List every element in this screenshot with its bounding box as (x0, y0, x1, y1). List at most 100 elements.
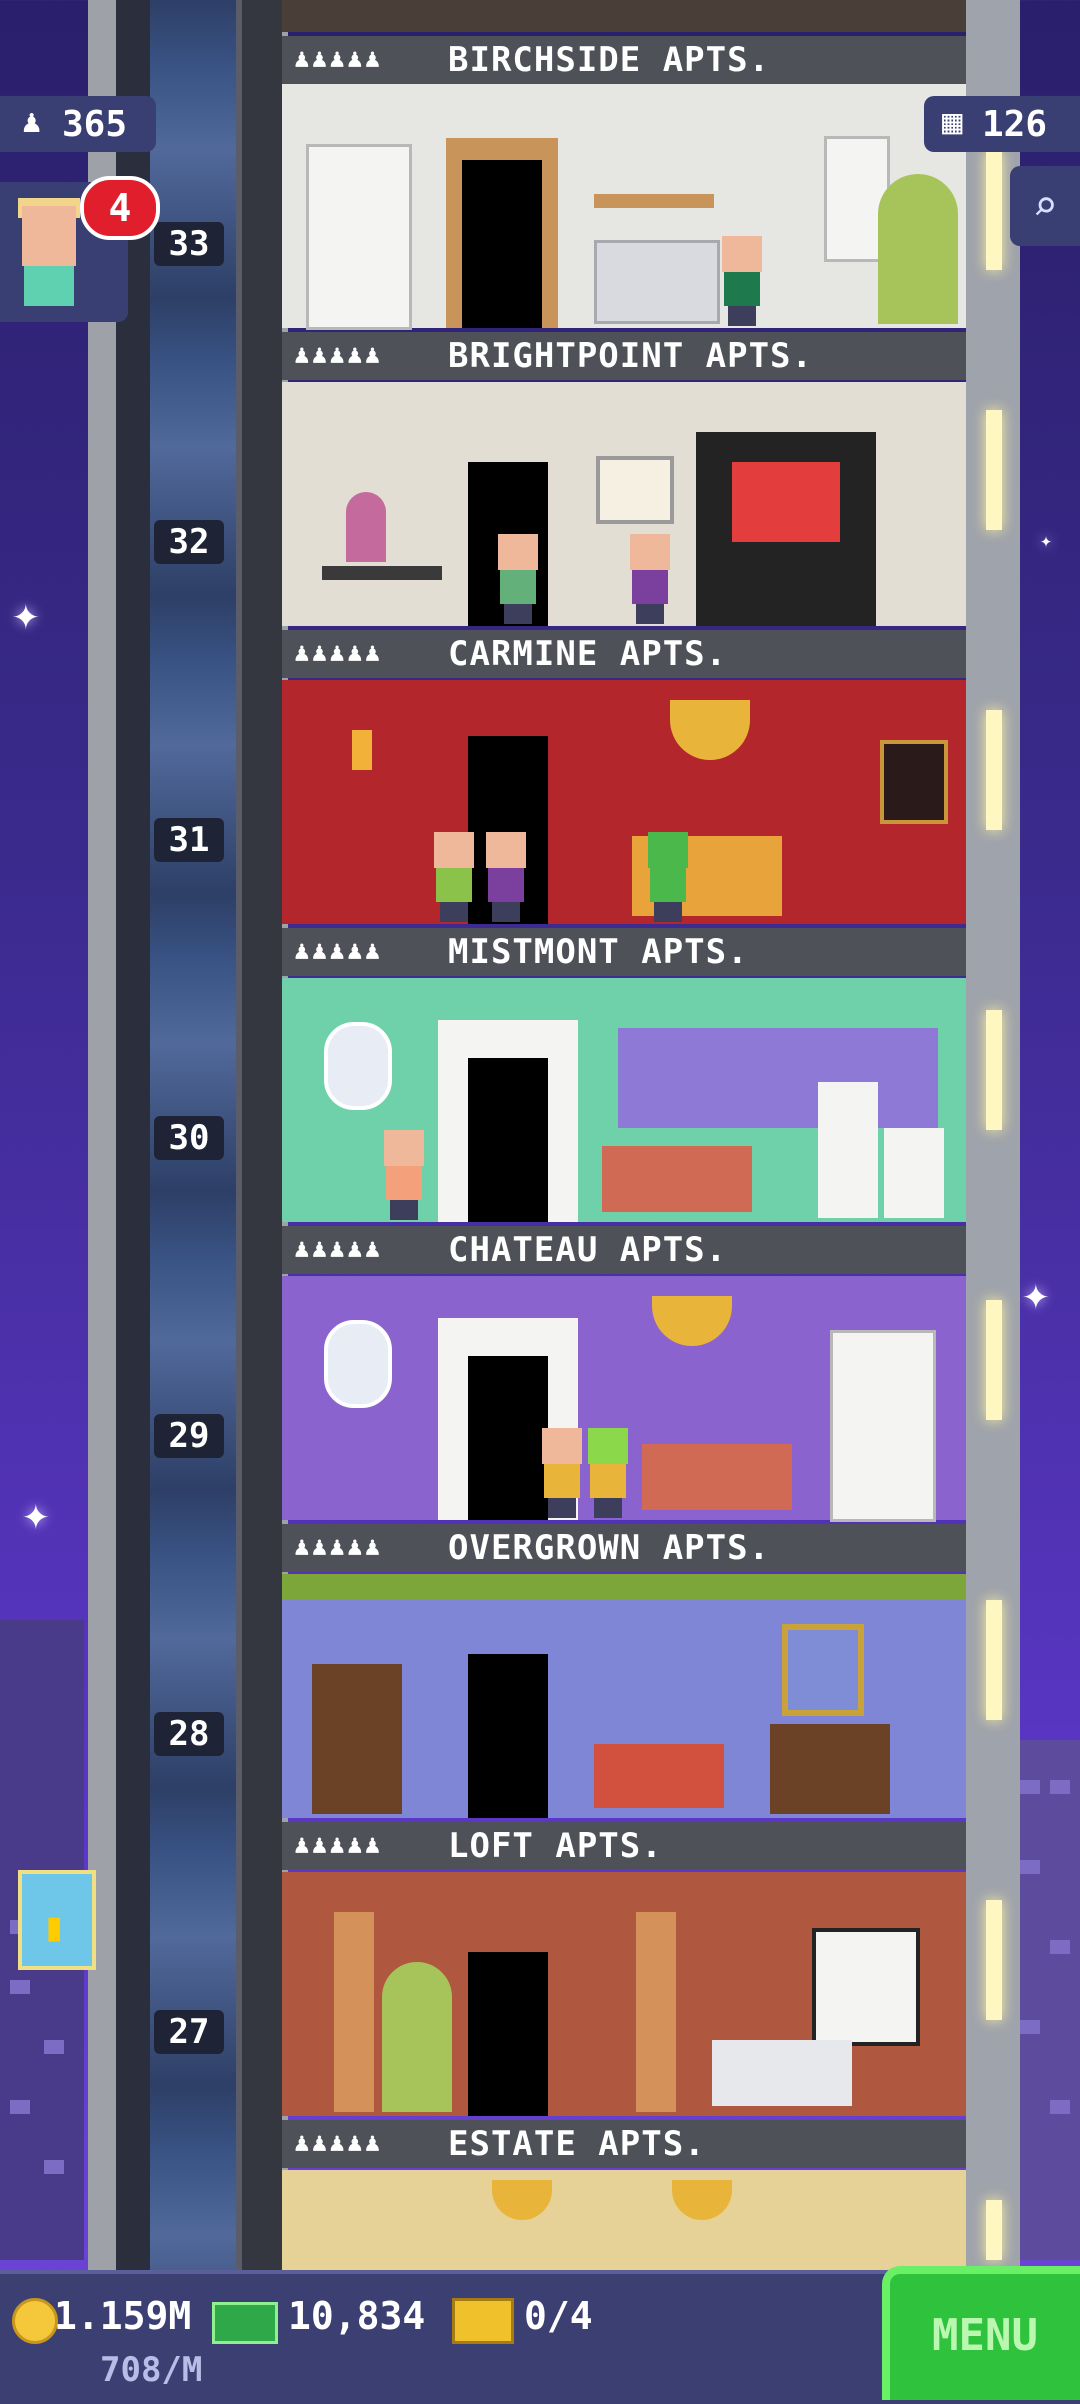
plant (382, 1962, 452, 2112)
wall-light (986, 2200, 1002, 2260)
elevator-cable-column (116, 0, 150, 2270)
column (636, 1912, 676, 2112)
shaft-floor-number: 33 (154, 222, 224, 266)
wall-light (986, 410, 1002, 530)
floor-27[interactable]: ♟♟♟♟♟ ESTATE APTS. (282, 1872, 966, 2168)
painting (782, 1624, 864, 1716)
sofa (594, 240, 720, 324)
room-interior (282, 2170, 966, 2270)
wall-mirror (324, 1022, 392, 1110)
star-decoration: ✦ (22, 1486, 50, 1540)
resident-icons: ♟♟♟♟♟ (294, 1532, 383, 1562)
floor-name: BRIGHTPOINT APTS. (448, 336, 813, 376)
bux-amount: 10,834 (288, 2294, 426, 2338)
plant (878, 174, 958, 324)
population-value: 365 (62, 104, 128, 145)
bitizen[interactable] (718, 236, 766, 326)
star-decoration: ✦ (12, 586, 40, 640)
floor-count-counter[interactable]: ▦ 126 (924, 96, 1080, 152)
floor-label-bar: ♟♟♟♟♟ ESTATE APTS. (282, 2120, 966, 2168)
floor-name: ESTATE APTS. (448, 2124, 706, 2164)
coin-amount: 1.159M (54, 2294, 192, 2338)
floor-label-bar: ♟♟♟♟♟ BIRCHSIDE APTS. (282, 36, 966, 84)
bitizen[interactable] (482, 832, 530, 922)
floor-31[interactable]: ♟♟♟♟♟ MISTMONT APTS. (282, 680, 966, 976)
avatar-body (24, 266, 74, 306)
resident-icons: ♟♟♟♟♟ (294, 936, 383, 966)
shaft-floor-number: 30 (154, 1116, 224, 1160)
resident-icons: ♟♟♟♟♟ (294, 1234, 383, 1264)
painting (880, 740, 948, 824)
floor-32[interactable]: ♟♟♟♟♟ CARMINE APTS. (282, 382, 966, 678)
flower-vase (346, 492, 386, 562)
floor-count-value: 126 (982, 104, 1048, 145)
cabinet (830, 1330, 936, 1522)
bitizen[interactable] (494, 534, 542, 624)
shaft-floor-number: 28 (154, 1712, 224, 1756)
floor-30[interactable]: ♟♟♟♟♟ CHATEAU APTS. (282, 978, 966, 1274)
search-button[interactable]: ⌕ (1010, 166, 1080, 246)
person-icon: ♟ (22, 102, 42, 140)
menu-button[interactable]: MENU (882, 2266, 1080, 2400)
shaft-floor-number: 32 (154, 520, 224, 564)
apartment-door[interactable] (468, 1058, 548, 1222)
wall-light (986, 1900, 1002, 2020)
ad-offer-button[interactable]: ▮ (18, 1870, 96, 1970)
window (812, 1928, 920, 2046)
shaft-floor-number: 31 (154, 818, 224, 862)
bitizen[interactable] (380, 1130, 428, 1220)
floor-name: CARMINE APTS. (448, 634, 728, 674)
floor-label-bar: ♟♟♟♟♟ BRIGHTPOINT APTS. (282, 332, 966, 380)
bitizen[interactable] (430, 832, 478, 922)
wall-light (986, 1010, 1002, 1130)
apartment-door[interactable] (462, 160, 542, 328)
sofa (602, 1146, 752, 1212)
resident-icons: ♟♟♟♟♟ (294, 2128, 383, 2158)
ticket-icon (452, 2298, 514, 2344)
floor-name: LOFT APTS. (448, 1826, 663, 1866)
apartment-door[interactable] (468, 1952, 548, 2116)
floor-34[interactable]: ♟♟♟♟♟ BIRCHSIDE APTS. (282, 0, 966, 84)
floor-33[interactable]: ♟♟♟♟♟ BRIGHTPOINT APTS. (282, 84, 966, 380)
wall-sconce (352, 730, 372, 770)
room-interior (282, 680, 966, 924)
floor-26[interactable] (282, 2170, 966, 2270)
dining-table (322, 566, 442, 580)
wall-shelf (594, 194, 714, 208)
bitizen[interactable] (644, 832, 692, 922)
coin-rate: 708/M (100, 2350, 203, 2390)
star-decoration: ✦ (1040, 528, 1053, 552)
room-interior (282, 0, 966, 32)
population-counter[interactable]: ♟ 365 (0, 96, 156, 152)
sofa (594, 1744, 724, 1808)
notification-badge[interactable]: 4 (80, 176, 160, 240)
bitizen[interactable] (538, 1428, 586, 1518)
floor-28[interactable]: ♟♟♟♟♟ LOFT APTS. (282, 1574, 966, 1870)
floor-name: OVERGROWN APTS. (448, 1528, 771, 1568)
floor-label-bar: ♟♟♟♟♟ CARMINE APTS. (282, 630, 966, 678)
bitizen[interactable] (584, 1428, 632, 1518)
shaft-floor-number: 27 (154, 2010, 224, 2054)
resident-icons: ♟♟♟♟♟ (294, 340, 383, 370)
floor-29[interactable]: ♟♟♟♟♟ OVERGROWN APTS. (282, 1276, 966, 1572)
resident-icons: ♟♟♟♟♟ (294, 44, 383, 74)
apartment-door[interactable] (468, 1654, 548, 1818)
fridge (818, 1082, 878, 1218)
vines (282, 1574, 966, 1600)
column (334, 1912, 374, 2112)
floor-label-bar: ♟♟♟♟♟ LOFT APTS. (282, 1822, 966, 1870)
floor-name: CHATEAU APTS. (448, 1230, 728, 1270)
banknote-icon (212, 2302, 278, 2344)
apartment-door[interactable] (468, 1356, 548, 1520)
city-skyline-right (1010, 1740, 1080, 2260)
wall-light (986, 710, 1002, 830)
fireplace (770, 1724, 890, 1814)
stove (884, 1128, 944, 1218)
sofa (642, 1444, 792, 1510)
tv-screen (732, 462, 840, 542)
window (618, 1028, 938, 1128)
floor-name: BIRCHSIDE APTS. (448, 40, 771, 80)
elevator-rail (236, 0, 282, 2270)
coin-icon (12, 2298, 58, 2344)
bitizen[interactable] (626, 534, 674, 624)
